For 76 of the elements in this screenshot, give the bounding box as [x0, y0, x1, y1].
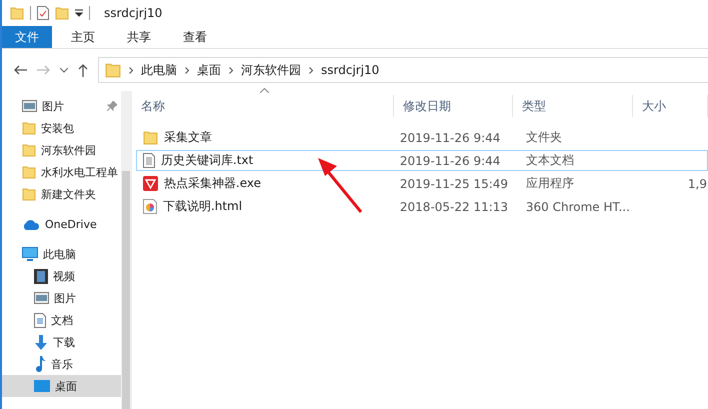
window-title: ssrdcjrj10 — [104, 6, 162, 20]
column-header[interactable]: 大小 — [632, 95, 708, 117]
folder-icon — [22, 165, 36, 179]
html-file-icon — [142, 199, 157, 214]
nav-item[interactable]: 音乐 — [2, 353, 122, 375]
arrow-annotation — [316, 156, 364, 214]
date-cell-text: 2019-11-26 9:44 — [398, 130, 502, 144]
size-cell-text: 1,9 — [686, 176, 707, 190]
ribbon-tab[interactable]: 查看 — [170, 26, 220, 48]
folder-icon — [22, 187, 36, 201]
desktop-icon — [34, 380, 50, 392]
breadcrumb[interactable]: 河东软件园 — [241, 62, 301, 78]
music-note-icon — [34, 356, 46, 372]
nav-item[interactable]: 图片 — [2, 287, 122, 309]
nav-item[interactable]: 文档 — [2, 309, 122, 331]
breadcrumb[interactable]: 此电脑 — [141, 62, 177, 78]
nav-item[interactable]: 新建文件夹 — [2, 183, 122, 205]
picture-icon — [22, 100, 37, 112]
folder-icon — [22, 143, 36, 157]
file-row[interactable]: 热点采集神器.exe 2019-11-25 15:49 应用程序 1,9 — [136, 173, 708, 194]
file-name: 下载说明.html — [162, 198, 242, 215]
monitor-icon — [22, 247, 38, 261]
chevron-down-icon[interactable] — [60, 68, 68, 72]
chevron-right-icon[interactable] — [229, 66, 233, 74]
file-name: 历史关键词库.txt — [160, 152, 254, 169]
ribbon-tab[interactable]: 文件 — [2, 26, 52, 48]
nav-item[interactable]: 水利水电工程单 — [2, 161, 122, 183]
chevron-right-icon[interactable] — [129, 66, 133, 74]
properties-icon — [37, 6, 49, 20]
nav-item[interactable]: 此电脑 — [2, 243, 122, 265]
nav-item[interactable]: 图片 — [2, 95, 122, 117]
date-cell-text: 2018-05-22 11:13 — [398, 200, 510, 214]
type-cell-text: 360 Chrome HT... — [524, 200, 631, 214]
folder-icon — [142, 130, 158, 145]
scrollbar[interactable] — [121, 91, 131, 409]
nav-item[interactable]: 下载 — [2, 331, 122, 353]
date-cell-text: 2019-11-26 9:44 — [398, 154, 502, 168]
breadcrumb[interactable]: ssrdcjrj10 — [321, 63, 380, 77]
date-cell-text: 2019-11-25 15:49 — [398, 176, 510, 190]
folder-icon — [10, 6, 24, 20]
file-row[interactable]: 采集文章 2019-11-26 9:44 文件夹 — [136, 127, 708, 148]
picture-icon — [34, 292, 49, 304]
chevron-right-icon[interactable] — [309, 66, 313, 74]
up-icon[interactable] — [78, 64, 88, 76]
download-icon — [34, 334, 48, 350]
column-header[interactable]: 名称 — [132, 95, 394, 117]
nav-item[interactable]: 视频 — [2, 265, 122, 287]
nav-item[interactable]: OneDrive — [2, 213, 122, 235]
folder-icon — [55, 6, 69, 20]
column-header[interactable]: 类型 — [512, 95, 633, 117]
file-name: 采集文章 — [164, 129, 212, 146]
type-cell-text: 文件夹 — [524, 129, 563, 146]
file-name: 热点采集神器.exe — [164, 175, 262, 192]
column-header[interactable]: 修改日期 — [394, 95, 513, 117]
type-cell-text: 文本文档 — [524, 152, 575, 169]
folder-icon — [105, 62, 121, 78]
sort-caret-icon — [260, 88, 269, 93]
nav-item[interactable]: 安装包 — [2, 117, 122, 139]
folder-icon — [22, 121, 36, 135]
dropdown-icon[interactable] — [75, 9, 83, 17]
nav-item[interactable]: 河东软件园 — [2, 139, 122, 161]
breadcrumb[interactable]: 桌面 — [197, 62, 221, 78]
back-icon[interactable] — [14, 65, 27, 75]
app-icon — [142, 176, 158, 191]
cloud-icon — [22, 218, 40, 230]
text-file-icon — [142, 153, 155, 168]
type-cell-text: 应用程序 — [524, 175, 575, 192]
ribbon-tab[interactable]: 共享 — [114, 26, 164, 48]
nav-item[interactable]: 桌面 — [2, 375, 122, 397]
document-icon — [34, 312, 46, 328]
file-row[interactable]: 下载说明.html 2018-05-22 11:13 360 Chrome HT... — [136, 196, 708, 217]
ribbon-tab[interactable]: 主页 — [58, 26, 108, 48]
address-bar[interactable]: 此电脑 桌面 河东软件园 ssrdcjrj10 — [98, 57, 708, 83]
film-icon — [34, 268, 48, 284]
chevron-right-icon[interactable] — [185, 66, 189, 74]
file-row[interactable]: 历史关键词库.txt 2019-11-26 9:44 文本文档 — [136, 150, 708, 171]
